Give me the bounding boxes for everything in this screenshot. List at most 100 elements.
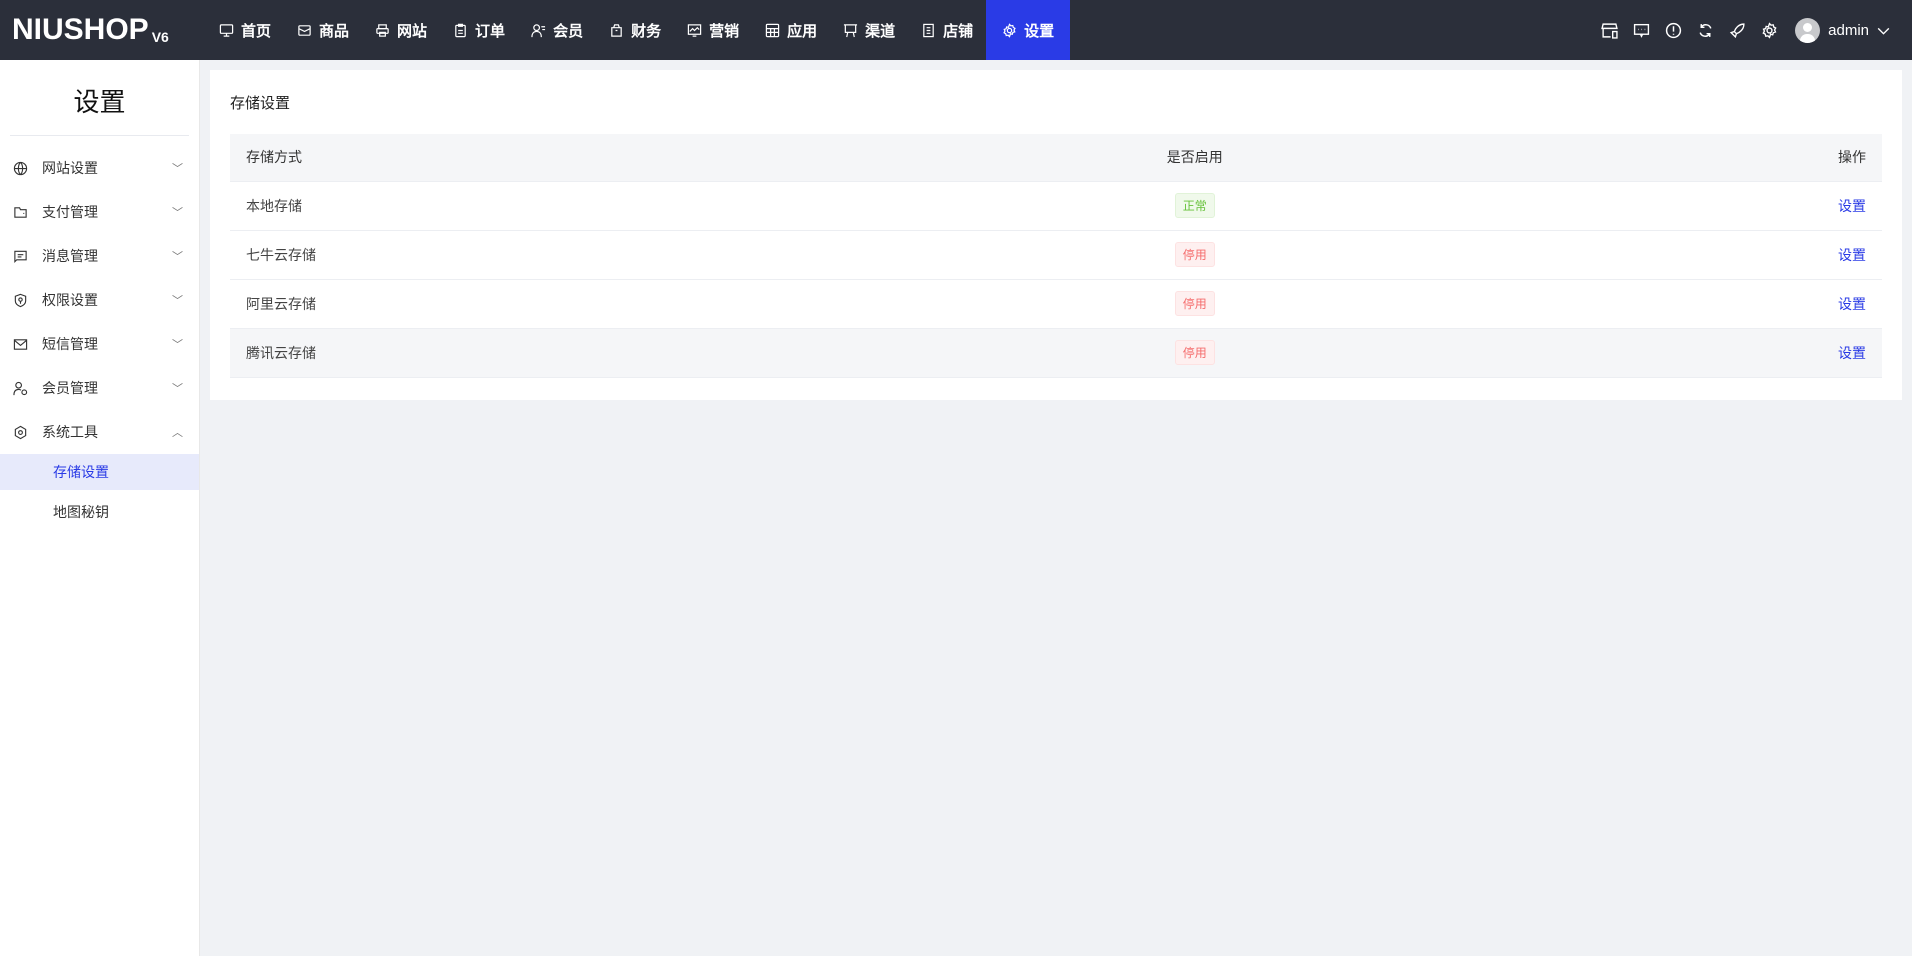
alert-icon [1665,22,1681,38]
rocket-icon [1729,22,1745,38]
message-icon [1633,23,1649,38]
nav-label: 应用 [787,22,818,40]
printer-icon [376,23,389,37]
info-button[interactable] [1657,14,1689,46]
sidebar: 设置 网站设置 ﹀ 支付管理 ﹀ 消息管理 ﹀ 权限设置 ﹀ 短信管理 ﹀ 会员管理 ﹀ 系… [0,60,200,956]
sidebar-subitem-storage[interactable]: 存储设置 [0,454,199,490]
storage-table: 存储方式 是否启用 操作 本地存储 正常 设置 七牛云存储 停用 设置 阿里云存储 停用设… [230,134,1882,378]
storage-settings-card: 存储设置 存储方式 是否启用 操作 本地存储 正常 设置 七牛云存储 停用 设置 阿里云… [210,70,1902,400]
sidebar-item-label: 权限设置 [42,292,98,308]
settings-link[interactable]: 设置 [1838,198,1866,214]
logo-text: NIUSHOP [12,13,149,46]
divider [10,135,189,136]
sidebar-item-label: 系统工具 [42,424,98,440]
nav-goods[interactable]: 商品 [284,0,362,60]
main-nav: 首页 商品 网站 订单 会员 财务 营销 应用 渠道 店铺 设置 [206,0,1071,60]
sidebar-item-website[interactable]: 网站设置 ﹀ [0,146,199,190]
nav-label: 设置 [1024,22,1055,40]
chat-icon [14,250,27,263]
nav-store[interactable]: 店铺 [908,0,986,60]
user-settings-icon [13,381,28,395]
nav-label: 商品 [319,22,350,40]
sidebar-item-label: 网站设置 [42,160,98,176]
nav-marketing[interactable]: 营销 [674,0,752,60]
status-badge: 停用 [1174,291,1215,316]
chevron-up-icon: ︿ [172,427,183,439]
nav-settings[interactable]: 设置 [986,0,1071,60]
page-title: 存储设置 [230,95,291,112]
refresh-button[interactable] [1689,14,1721,46]
nav-apps[interactable]: 应用 [752,0,830,60]
refresh-icon [1699,23,1712,37]
grid-icon [765,23,780,37]
gear-icon [1762,21,1777,39]
chevron-down-icon[interactable] [1875,22,1892,39]
nav-home[interactable]: 首页 [206,0,284,60]
nav-label: 店铺 [943,22,974,40]
nav-label: 首页 [241,22,272,40]
nav-channel[interactable]: 渠道 [830,0,908,60]
store-button[interactable] [1593,14,1625,46]
nav-label: 渠道 [865,22,896,40]
table-row: 七牛云存储 停用 设置 [230,230,1882,280]
mail-icon [13,338,28,350]
status-badge: 停用 [1174,340,1215,365]
nav-site[interactable]: 网站 [362,0,440,60]
column-header: 是否启用 [904,134,1486,182]
gear-icon [1003,22,1016,38]
globe-icon [13,161,28,175]
chart-icon [687,23,702,37]
sidebar-item-sms[interactable]: 短信管理 ﹀ [0,322,199,366]
bag-icon [611,23,622,37]
clipboard-icon [455,23,466,37]
nav-label: 订单 [475,22,506,40]
settings-link[interactable]: 设置 [1838,247,1866,263]
status-badge: 正常 [1174,193,1215,218]
box-icon [298,24,311,36]
table-row: 阿里云存储 停用 设置 [230,279,1882,329]
sidebar-item-member[interactable]: 会员管理 ﹀ [0,366,199,410]
chevron-down-icon: ﹀ [172,339,183,351]
chevron-down-icon: ﹀ [172,207,183,219]
monitor-icon [219,23,234,37]
table-row: 本地存储 正常 设置 [230,181,1882,231]
settings-link[interactable]: 设置 [1838,296,1866,312]
chevron-down-icon: ﹀ [172,251,183,263]
logo[interactable]: NIUSHOP V6 [0,13,200,47]
sidebar-item-tools[interactable]: 系统工具 ︿ [0,410,199,454]
toolbar-right: admin [1593,0,1892,60]
sidebar-item-payment[interactable]: 支付管理 ﹀ [0,190,199,234]
nav-label: 网站 [397,22,428,40]
storage-name: 七牛云存储 [230,230,905,280]
settings-link[interactable]: 设置 [1838,345,1866,361]
sidebar-item-label: 支付管理 [42,204,98,220]
sidebar-subitem-map-key[interactable]: 地图秘钥 [0,494,199,530]
settings-button[interactable] [1753,14,1785,46]
chevron-down-icon: ﹀ [172,383,183,395]
chevron-down-icon: ﹀ [172,163,183,175]
nav-label: 营销 [709,22,740,40]
sidebar-item-label: 会员管理 [42,380,98,396]
sidebar-item-label: 短信管理 [42,336,98,352]
user-name[interactable]: admin [1828,22,1869,39]
nav-finance[interactable]: 财务 [596,0,674,60]
storage-name: 阿里云存储 [230,279,905,329]
sidebar-item-label: 消息管理 [42,248,98,264]
table-row: 腾讯云存储 停用 设置 [230,328,1882,378]
wallet-icon [14,206,27,218]
chevron-down-icon: ﹀ [172,295,183,307]
avatar[interactable] [1795,17,1821,43]
nav-label: 财务 [631,22,662,40]
store-icon [1600,22,1618,39]
sidebar-title: 设置 [73,87,126,117]
nav-order[interactable]: 订单 [440,0,518,60]
launch-button[interactable] [1721,14,1753,46]
storage-name: 腾讯云存储 [230,328,905,378]
sidebar-item-permission[interactable]: 权限设置 ﹀ [0,278,199,322]
message-button[interactable] [1625,14,1657,46]
hexagon-icon [14,425,27,439]
easel-icon [844,23,858,37]
logo-version: V6 [151,29,169,45]
sidebar-item-message[interactable]: 消息管理 ﹀ [0,234,199,278]
nav-member[interactable]: 会员 [518,0,596,60]
